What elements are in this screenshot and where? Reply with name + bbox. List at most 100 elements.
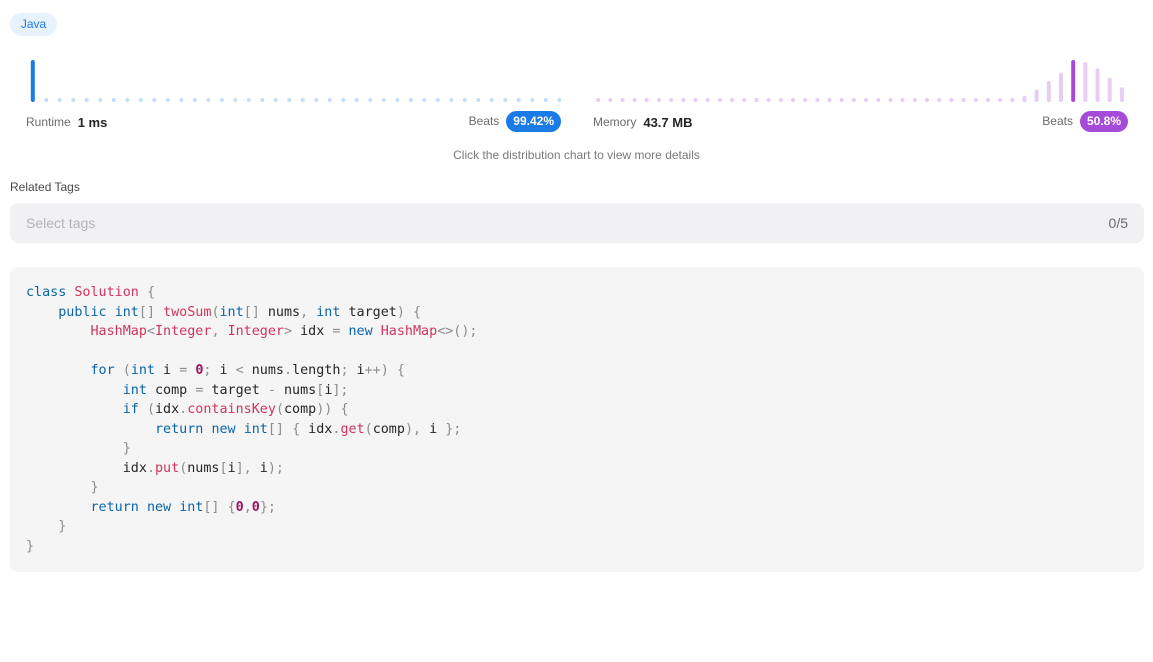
runtime-bar-36[interactable] (516, 98, 521, 102)
runtime-bar-20[interactable] (300, 98, 305, 102)
runtime-bar-4[interactable] (84, 98, 89, 102)
memory-bar-28[interactable] (937, 98, 942, 102)
runtime-bar-28[interactable] (408, 98, 413, 102)
memory-bar-24[interactable] (888, 98, 893, 102)
runtime-bar-21[interactable] (314, 98, 319, 102)
code-token: comp (146, 382, 196, 398)
memory-bar-32[interactable] (985, 98, 990, 102)
memory-bar-15[interactable] (778, 98, 783, 102)
runtime-bar-0[interactable] (30, 60, 35, 102)
runtime-bar-8[interactable] (138, 98, 143, 102)
runtime-bar-10[interactable] (165, 98, 170, 102)
code-token: . (284, 363, 293, 378)
memory-bar-27[interactable] (925, 98, 929, 102)
memory-bar-26[interactable] (912, 98, 917, 102)
memory-bar-36[interactable] (1034, 89, 1039, 102)
memory-bar-21[interactable] (851, 98, 856, 102)
memory-bar-34[interactable] (1010, 98, 1015, 102)
memory-bar-10[interactable] (717, 98, 722, 102)
memory-distribution-chart[interactable] (592, 56, 1128, 104)
language-tab-java[interactable]: Java (10, 13, 57, 36)
memory-bar-33[interactable] (998, 98, 1003, 102)
memory-bar-19[interactable] (827, 98, 832, 102)
memory-bar-20[interactable] (839, 98, 844, 102)
memory-bar-39[interactable] (1071, 60, 1076, 102)
runtime-bar-16[interactable] (246, 98, 251, 102)
memory-bar-14[interactable] (766, 98, 771, 102)
runtime-bar-24[interactable] (354, 98, 359, 102)
memory-bar-2[interactable] (620, 98, 625, 102)
memory-bar-5[interactable] (657, 98, 661, 102)
memory-bar-8[interactable] (693, 98, 698, 102)
runtime-bar-32[interactable] (462, 98, 467, 102)
memory-bar-25[interactable] (900, 98, 905, 102)
runtime-bar-3[interactable] (71, 98, 76, 102)
runtime-bar-12[interactable] (192, 98, 197, 102)
runtime-bar-35[interactable] (503, 98, 508, 102)
memory-bar-11[interactable] (730, 98, 735, 102)
memory-bar-6[interactable] (669, 98, 674, 102)
runtime-bar-27[interactable] (395, 98, 400, 102)
runtime-bar-30[interactable] (435, 98, 440, 102)
memory-bar-37[interactable] (1046, 81, 1051, 102)
tag-select[interactable]: Select tags 0/5 (10, 203, 1144, 243)
runtime-bar-17[interactable] (260, 98, 265, 102)
runtime-bar-37[interactable] (530, 98, 535, 102)
runtime-bar-25[interactable] (368, 98, 373, 102)
memory-bar-22[interactable] (864, 98, 869, 102)
memory-bar-18[interactable] (815, 98, 820, 102)
memory-bar-1[interactable] (608, 98, 613, 102)
code-token: HashMap (380, 324, 438, 339)
runtime-bar-39[interactable] (557, 98, 562, 102)
runtime-bar-34[interactable] (489, 98, 494, 102)
memory-bar-3[interactable] (632, 98, 637, 102)
code-token: } (90, 480, 99, 495)
code-token: target (340, 304, 397, 320)
memory-bar-40[interactable] (1083, 62, 1088, 102)
runtime-bar-13[interactable] (206, 98, 211, 102)
memory-bar-30[interactable] (961, 98, 966, 102)
runtime-bar-22[interactable] (327, 98, 332, 102)
memory-bar-41[interactable] (1095, 68, 1100, 102)
runtime-bar-18[interactable] (273, 98, 278, 102)
runtime-bar-6[interactable] (111, 98, 116, 102)
memory-bar-4[interactable] (644, 98, 649, 102)
runtime-bar-26[interactable] (381, 98, 386, 102)
memory-bar-9[interactable] (705, 98, 710, 102)
runtime-bar-7[interactable] (125, 98, 130, 102)
code-token: nums (259, 304, 301, 320)
runtime-bar-9[interactable] (152, 98, 157, 102)
runtime-bar-2[interactable] (57, 98, 62, 102)
memory-bar-0[interactable] (596, 98, 601, 102)
runtime-distribution-chart[interactable] (26, 56, 566, 104)
memory-bar-23[interactable] (876, 98, 881, 102)
memory-bar-13[interactable] (754, 98, 759, 102)
memory-bar-42[interactable] (1107, 77, 1112, 102)
memory-bar-43[interactable] (1119, 87, 1124, 102)
runtime-label: Runtime (26, 115, 71, 129)
memory-bar-38[interactable] (1059, 72, 1063, 102)
memory-bar-31[interactable] (973, 98, 978, 102)
memory-bar-17[interactable] (803, 98, 808, 102)
memory-bar-29[interactable] (949, 98, 954, 102)
runtime-bar-5[interactable] (98, 98, 103, 102)
runtime-bar-19[interactable] (287, 98, 292, 102)
runtime-bar-31[interactable] (449, 98, 454, 102)
runtime-bar-38[interactable] (543, 98, 548, 102)
runtime-bar-33[interactable] (476, 98, 481, 102)
runtime-bar-29[interactable] (422, 98, 427, 102)
memory-bar-35[interactable] (1022, 95, 1027, 102)
memory-bar-12[interactable] (742, 98, 747, 102)
runtime-bar-23[interactable] (341, 98, 346, 102)
memory-bar-16[interactable] (791, 98, 795, 102)
memory-bar-7[interactable] (681, 98, 686, 102)
runtime-bar-15[interactable] (233, 98, 238, 102)
code-token: if (122, 402, 139, 417)
runtime-bar-14[interactable] (219, 98, 224, 102)
runtime-bar-1[interactable] (44, 98, 49, 102)
runtime-bar-11[interactable] (179, 98, 184, 102)
